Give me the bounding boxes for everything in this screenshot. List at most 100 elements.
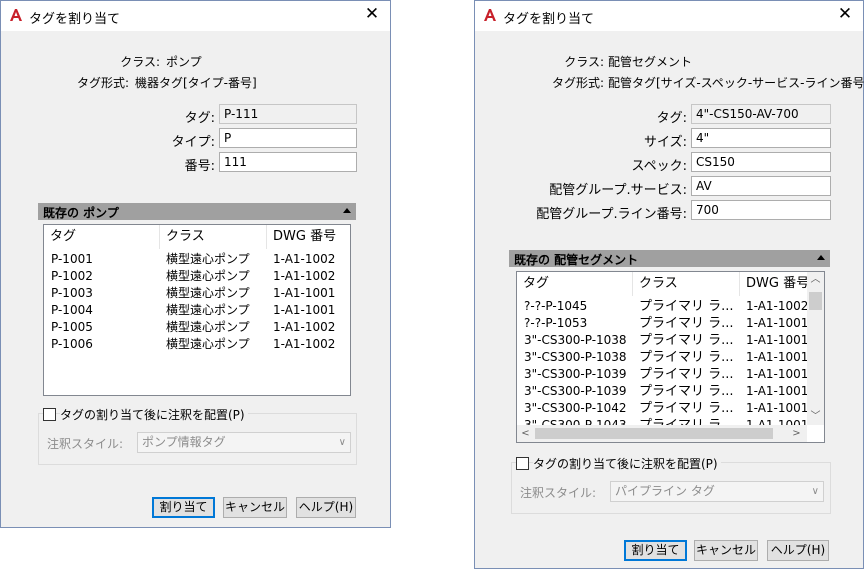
autocad-a-icon	[10, 9, 22, 21]
cell-class: プライマリ ラ...	[639, 384, 734, 399]
annotation-style-select: パイプライン タグ ∨	[610, 481, 824, 502]
title-bar[interactable]: タグを割り当て ✕	[1, 1, 390, 31]
cell-tag: P-1004	[51, 303, 93, 317]
cell-dwg: 1-A1-1001	[746, 333, 809, 347]
assign-button[interactable]: 割り当て	[152, 497, 215, 518]
tag-field: P-111	[219, 104, 357, 124]
cell-dwg: 1-A1-1001	[273, 286, 336, 300]
assign-tag-dialog-pipe-segment: タグを割り当て ✕ クラス: 配管セグメント タグ形式: 配管タグ[サイズ-スペ…	[474, 0, 864, 569]
scroll-left-icon[interactable]: <	[518, 425, 533, 442]
cell-tag: 3"-CS300-P-1042	[524, 401, 627, 415]
tag-format-label: タグ形式:	[551, 76, 604, 90]
table-row[interactable]: P-1005 横型遠心ポンプ 1-A1-1002	[44, 319, 350, 336]
service-input[interactable]: AV	[691, 176, 831, 196]
field-label-spec: スペック:	[631, 159, 687, 174]
field-label-line-number: 配管グループ.ライン番号:	[536, 207, 687, 222]
annotation-group: タグの割り当て後に注釈を配置(P) 注釈スタイル: ポンプ情報タグ ∨	[38, 406, 357, 465]
cell-tag: P-1001	[51, 252, 93, 266]
existing-tags-list[interactable]: タグ クラス DWG 番号 ?-?-P-1045 プライマリ ラ... 1-A1…	[516, 271, 825, 443]
table-row[interactable]: ?-?-P-1053 プライマリ ラ... 1-A1-1001	[517, 315, 809, 332]
scroll-thumb[interactable]	[535, 428, 773, 439]
line-number-input[interactable]: 700	[691, 200, 831, 220]
type-input[interactable]: P	[219, 128, 357, 148]
existing-section-header[interactable]: 既存の ポンプ	[38, 203, 356, 220]
place-annotation-checkbox[interactable]	[43, 408, 56, 421]
size-input[interactable]: 4"	[691, 128, 831, 148]
table-row[interactable]: 3"-CS300-P-1038 プライマリ ラ... 1-A1-1001	[517, 349, 809, 366]
cell-dwg: 1-A1-1002	[273, 320, 336, 334]
column-header-tag[interactable]: タグ	[44, 225, 160, 249]
assign-button[interactable]: 割り当て	[624, 540, 687, 561]
annotation-group: タグの割り当て後に注釈を配置(P) 注釈スタイル: パイプライン タグ ∨	[511, 455, 831, 514]
cell-dwg: 1-A1-1002	[273, 269, 336, 283]
table-row[interactable]: 3"-CS300-P-1039 プライマリ ラ... 1-A1-1001	[517, 383, 809, 400]
existing-tags-list[interactable]: タグ クラス DWG 番号 P-1001 横型遠心ポンプ 1-A1-1002 P…	[43, 224, 351, 396]
annotation-style-label: 注釈スタイル:	[47, 437, 124, 451]
table-row[interactable]: 3"-CS300-P-1042 プライマリ ラ... 1-A1-1001	[517, 400, 809, 417]
help-button[interactable]: ヘルプ(H)	[296, 497, 356, 518]
annotation-style-value: パイプライン タグ	[615, 484, 715, 498]
table-row[interactable]: P-1002 横型遠心ポンプ 1-A1-1002	[44, 268, 350, 285]
cell-tag: 3"-CS300-P-1038	[524, 350, 627, 364]
dialog-title: タグを割り当て	[29, 12, 121, 27]
cell-dwg: 1-A1-1001	[746, 316, 809, 330]
scroll-right-icon[interactable]: >	[789, 425, 804, 442]
column-header-class[interactable]: クラス	[633, 272, 740, 296]
vertical-scrollbar[interactable]: ︿ ﹀	[807, 272, 824, 425]
number-input[interactable]: 111	[219, 152, 357, 172]
cell-dwg: 1-A1-1001	[746, 350, 809, 364]
cancel-button[interactable]: キャンセル	[694, 540, 758, 561]
field-label-tag: タグ:	[656, 111, 687, 126]
chevron-up-icon[interactable]	[817, 255, 825, 260]
title-bar[interactable]: タグを割り当て ✕	[475, 1, 863, 31]
cell-class: プライマリ ラ...	[639, 299, 734, 314]
cell-class: プライマリ ラ...	[639, 316, 734, 331]
spec-input[interactable]: CS150	[691, 152, 831, 172]
cell-tag: P-1002	[51, 269, 93, 283]
chevron-up-icon[interactable]	[343, 208, 351, 213]
annotation-style-select: ポンプ情報タグ ∨	[137, 432, 351, 453]
column-header-tag[interactable]: タグ	[517, 272, 633, 296]
cancel-button[interactable]: キャンセル	[223, 497, 287, 518]
cell-dwg: 1-A1-1001	[746, 384, 809, 398]
help-button[interactable]: ヘルプ(H)	[767, 540, 829, 561]
existing-section-header[interactable]: 既存の 配管セグメント	[509, 250, 830, 267]
close-icon[interactable]: ✕	[363, 4, 381, 24]
close-icon[interactable]: ✕	[836, 4, 854, 24]
table-row[interactable]: 3"-CS300-P-1038 プライマリ ラ... 1-A1-1001	[517, 332, 809, 349]
class-label: クラス:	[564, 55, 604, 69]
cell-class: プライマリ ラ...	[639, 367, 734, 382]
table-row[interactable]: ?-?-P-1045 プライマリ ラ... 1-A1-1002	[517, 298, 808, 315]
table-row[interactable]: P-1004 横型遠心ポンプ 1-A1-1001	[44, 302, 350, 319]
cell-class: 横型遠心ポンプ	[166, 337, 250, 351]
horizontal-scrollbar[interactable]: < >	[517, 425, 807, 442]
tag-format-value: 機器タグ[タイプ-番号]	[135, 76, 257, 90]
table-row[interactable]: P-1006 横型遠心ポンプ 1-A1-1002	[44, 336, 350, 353]
column-header-class[interactable]: クラス	[160, 225, 267, 249]
cell-class: 横型遠心ポンプ	[166, 320, 250, 334]
cell-class: 横型遠心ポンプ	[166, 252, 250, 266]
cell-tag: P-1003	[51, 286, 93, 300]
cell-class: プライマリ ラ...	[639, 333, 734, 348]
table-row[interactable]: 3"-CS300-P-1039 プライマリ ラ... 1-A1-1001	[517, 366, 808, 383]
dialog-title: タグを割り当て	[503, 12, 595, 27]
cell-tag: 3"-CS300-P-1038	[524, 333, 627, 347]
table-row[interactable]: P-1001 横型遠心ポンプ 1-A1-1002	[44, 251, 350, 268]
column-header-dwg[interactable]: DWG 番号	[740, 272, 808, 296]
chevron-down-icon: ∨	[338, 437, 346, 448]
table-row[interactable]: P-1003 横型遠心ポンプ 1-A1-1001	[44, 285, 350, 302]
place-annotation-label[interactable]: タグの割り当て後に注釈を配置(P)	[533, 455, 721, 472]
scroll-up-icon[interactable]: ︿	[807, 272, 824, 287]
cell-tag: 3"-CS300-P-1039	[524, 384, 627, 398]
cell-dwg: 1-A1-1001	[746, 401, 809, 415]
annotation-style-label: 注釈スタイル:	[520, 486, 597, 500]
place-annotation-label[interactable]: タグの割り当て後に注釈を配置(P)	[60, 406, 248, 423]
place-annotation-checkbox[interactable]	[516, 457, 529, 470]
section-label: 既存の ポンプ	[43, 206, 119, 220]
scroll-down-icon[interactable]: ﹀	[807, 409, 824, 424]
cell-dwg: 1-A1-1002	[273, 337, 336, 351]
field-label-type: タイプ:	[171, 135, 215, 150]
cell-class: プライマリ ラ...	[639, 350, 734, 365]
column-header-dwg[interactable]: DWG 番号	[267, 225, 350, 249]
scroll-thumb[interactable]	[809, 292, 822, 310]
